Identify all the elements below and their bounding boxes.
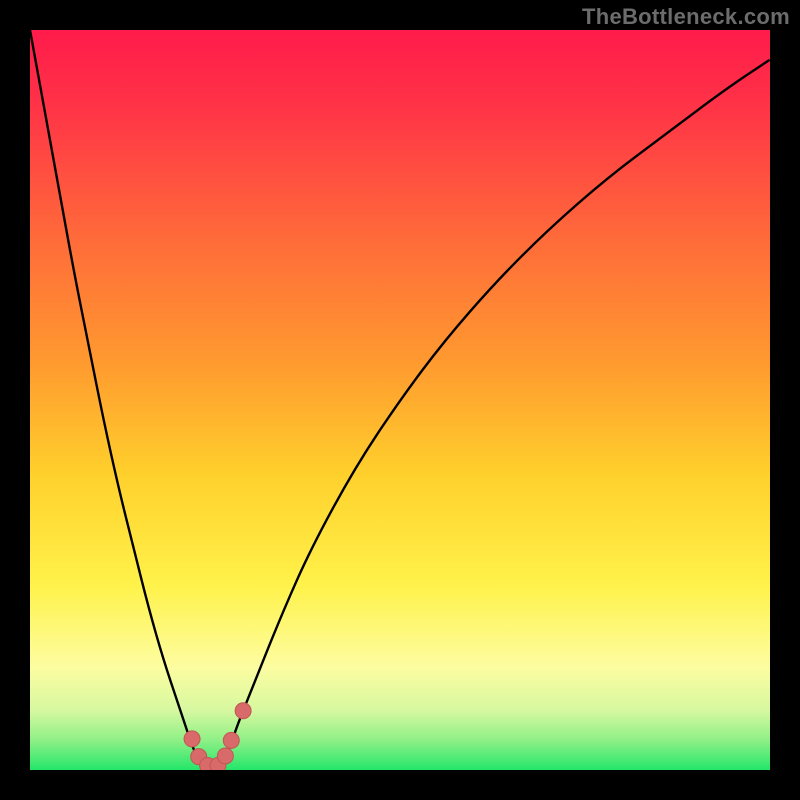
marker-dot	[223, 732, 239, 748]
minimum-markers	[184, 703, 251, 770]
watermark-text: TheBottleneck.com	[582, 4, 790, 30]
bottleneck-curve	[30, 30, 770, 770]
chart-frame: TheBottleneck.com	[0, 0, 800, 800]
marker-dot	[235, 703, 251, 719]
curve-layer	[30, 30, 770, 770]
marker-dot	[217, 748, 233, 764]
plot-area	[30, 30, 770, 770]
marker-dot	[184, 731, 200, 747]
